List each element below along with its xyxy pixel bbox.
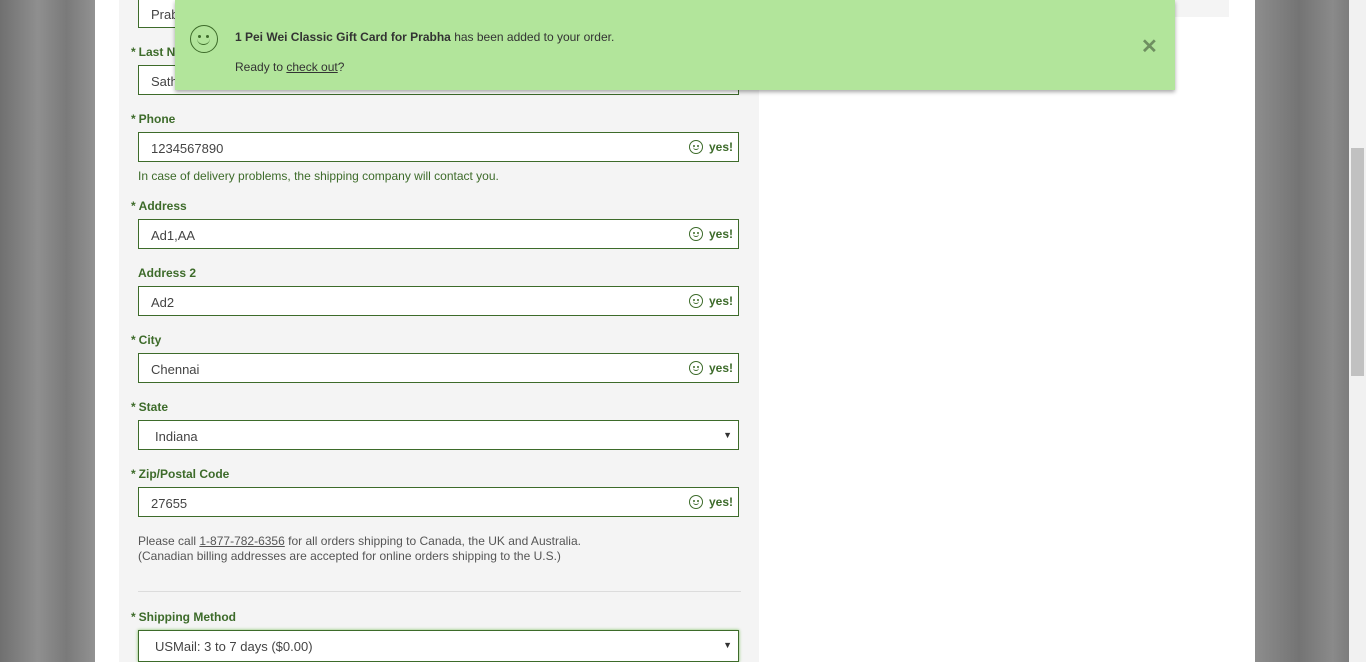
- background-left: [0, 0, 95, 662]
- state-label: * State: [131, 400, 169, 414]
- address-value: Ad1,AA: [151, 228, 196, 243]
- address2-label: Address 2: [138, 266, 197, 280]
- smile-icon: [190, 25, 218, 53]
- last-name-label: * Last N: [131, 45, 176, 59]
- check-out-link[interactable]: check out: [286, 60, 337, 74]
- address-valid-indicator: yes!: [688, 227, 733, 241]
- shipping-method-value: USMail: 3 to 7 days ($0.00): [155, 639, 313, 654]
- phone-value: 1234567890: [151, 141, 224, 156]
- notification-message: 1 Pei Wei Classic Gift Card for Prabha h…: [235, 30, 615, 44]
- city-valid-indicator: yes!: [688, 361, 733, 375]
- added-to-order-notification: 1 Pei Wei Classic Gift Card for Prabha h…: [175, 0, 1175, 90]
- support-phone-link[interactable]: 1-877-782-6356: [199, 534, 284, 548]
- state-value: Indiana: [155, 429, 198, 444]
- city-field[interactable]: Chennai yes!: [138, 353, 739, 383]
- address-label: * Address: [131, 199, 187, 213]
- notification-item: 1 Pei Wei Classic Gift Card for Prabha: [235, 30, 451, 44]
- zip-valid-indicator: yes!: [688, 495, 733, 509]
- zip-label: * Zip/Postal Code: [131, 467, 230, 481]
- smile-icon: [688, 495, 703, 509]
- caret-down-icon: ▼: [723, 640, 732, 650]
- address2-valid-indicator: yes!: [688, 294, 733, 308]
- zip-value: 27655: [151, 496, 188, 511]
- city-value: Chennai: [151, 362, 200, 377]
- phone-help-text: In case of delivery problems, the shippi…: [138, 169, 499, 183]
- address2-value: Ad2: [151, 295, 175, 310]
- smile-icon: [688, 294, 703, 308]
- phone-label: * Phone: [131, 112, 176, 126]
- city-label: * City: [131, 333, 162, 347]
- last-name-value: Sath: [151, 74, 178, 89]
- shipping-note: Please call 1-877-782-6356 for all order…: [138, 534, 581, 563]
- notification-checkout-prompt: Ready to check out?: [235, 60, 345, 74]
- address-field[interactable]: Ad1,AA yes!: [138, 219, 739, 249]
- shipping-method-label: * Shipping Method: [131, 610, 236, 624]
- smile-icon: [688, 227, 703, 241]
- close-icon[interactable]: ✕: [1141, 34, 1158, 59]
- address2-field[interactable]: Ad2 yes!: [138, 286, 739, 316]
- phone-valid-indicator: yes!: [688, 140, 733, 154]
- zip-field[interactable]: 27655 yes!: [138, 487, 739, 517]
- state-select[interactable]: Indiana ▼: [138, 420, 739, 450]
- caret-down-icon: ▼: [723, 430, 732, 440]
- smile-icon: [688, 140, 703, 154]
- phone-field[interactable]: 1234567890 yes!: [138, 132, 739, 162]
- shipping-method-select[interactable]: USMail: 3 to 7 days ($0.00) ▼: [138, 630, 739, 662]
- smile-icon: [688, 361, 703, 375]
- shipping-note-line2: (Canadian billing addresses are accepted…: [138, 549, 561, 563]
- divider: [138, 591, 741, 592]
- scrollbar-thumb[interactable]: [1351, 148, 1364, 376]
